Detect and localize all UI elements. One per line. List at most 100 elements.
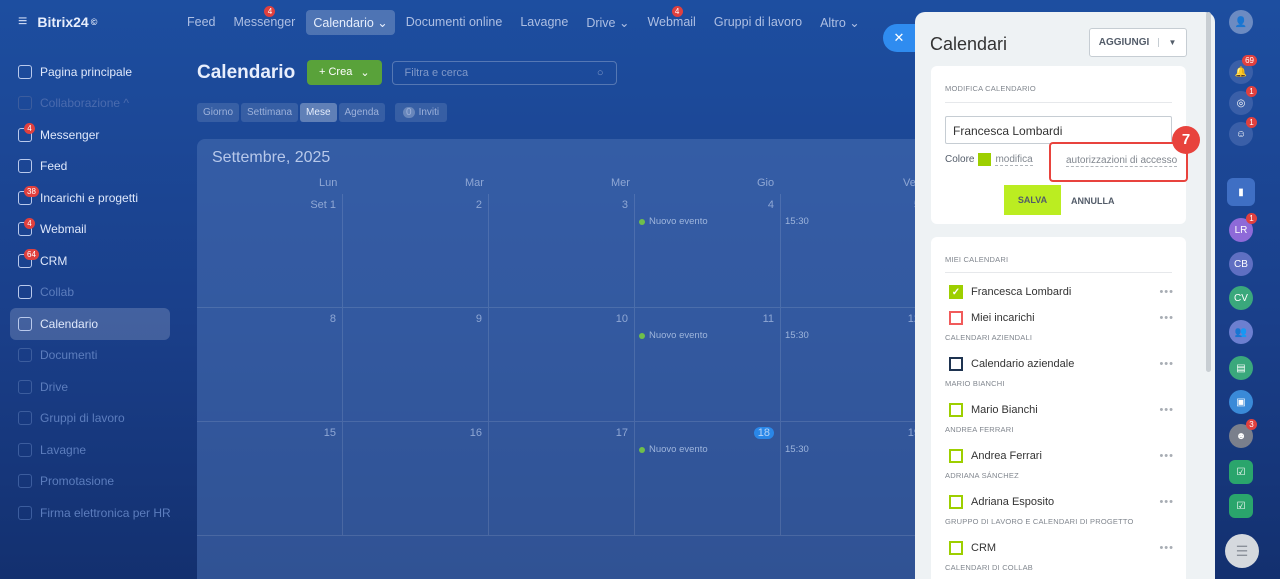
checkbox[interactable]	[949, 357, 963, 371]
search-input[interactable]: Filtra e cerca ○	[391, 60, 617, 85]
event-time[interactable]: 15:30	[785, 216, 809, 227]
avatar-cb[interactable]: CB	[1229, 252, 1253, 276]
view-tab[interactable]: Agenda	[338, 103, 385, 122]
sidebar-item[interactable]: Messenger 4	[0, 119, 180, 151]
calendar-list-item[interactable]: ✓ Francesca Lombardi •••	[949, 285, 1174, 299]
more-icon[interactable]: •••	[1159, 404, 1174, 416]
more-icon[interactable]: •••	[1159, 286, 1174, 298]
checkbox[interactable]	[949, 449, 963, 463]
checklist-icon[interactable]: ☑	[1229, 460, 1253, 484]
topnav-item[interactable]: Lavagne	[513, 10, 575, 34]
day-cell[interactable]: 19 15:30	[781, 422, 927, 536]
more-icon[interactable]: •••	[1159, 358, 1174, 370]
sidebar-item[interactable]: Incarichi e progetti 38	[0, 182, 180, 214]
group-icon[interactable]: 👥	[1229, 320, 1253, 344]
more-icon[interactable]: •••	[1159, 496, 1174, 508]
event-time[interactable]: 15:30	[785, 444, 809, 455]
view-tab[interactable]: Settimana	[241, 103, 299, 122]
sidebar-item[interactable]: Gruppi di lavoro	[0, 403, 180, 435]
sidebar-item[interactable]: CRM 64	[0, 245, 180, 277]
day-cell[interactable]: 15	[197, 422, 343, 536]
avatar-lr[interactable]: LR 1	[1229, 213, 1257, 242]
target-icon[interactable]: ◎ 1	[1229, 86, 1257, 115]
sidebar-item[interactable]: Lavagne	[0, 434, 180, 466]
checkbox[interactable]	[949, 495, 963, 509]
sidebar-item[interactable]: Collaborazione ^	[0, 88, 180, 120]
calendar-list-item[interactable]: CRM •••	[949, 541, 1174, 555]
day-cell[interactable]: 2	[343, 194, 489, 308]
avatar-cv[interactable]: CV	[1229, 286, 1253, 310]
calendar-list-item[interactable]: Calendario aziendale •••	[949, 357, 1174, 371]
topnav-item[interactable]: Gruppi di lavoro	[707, 10, 809, 34]
menu-icon[interactable]: ≡	[18, 13, 27, 31]
event-item[interactable]: Nuovo evento	[639, 216, 708, 227]
checkbox[interactable]	[949, 403, 963, 417]
avatar-photo[interactable]: ☻ 3	[1229, 419, 1257, 448]
topnav-item[interactable]: Calendario ⌄	[306, 9, 395, 35]
save-button[interactable]: SALVA	[1004, 185, 1061, 215]
sidebar-item[interactable]: Pagina principale	[0, 56, 180, 88]
calendar-list-item[interactable]: Mario Bianchi •••	[949, 403, 1174, 417]
topnav-item[interactable]: Feed	[180, 10, 223, 34]
day-cell[interactable]: 11 Nuovo evento	[635, 308, 781, 422]
sidebar-item[interactable]: Webmail 4	[0, 214, 180, 246]
event-time[interactable]: 15:30	[785, 330, 809, 341]
calendar-list-item[interactable]: Miei incarichi •••	[949, 311, 1174, 325]
topnav-item[interactable]: Drive ⌄	[579, 10, 636, 35]
event-item[interactable]: Nuovo evento	[639, 330, 708, 341]
sidebar-item[interactable]: Drive	[0, 371, 180, 403]
chevron-down-icon[interactable]: ⌄	[360, 66, 369, 79]
more-icon[interactable]: •••	[1159, 542, 1174, 554]
bookmark-icon[interactable]: ▮	[1227, 178, 1255, 206]
color-swatch[interactable]	[978, 153, 992, 166]
create-button[interactable]: + Crea ⌄	[307, 60, 382, 85]
checklist-icon-2[interactable]: ☑	[1229, 494, 1253, 518]
view-tab[interactable]: Mese	[300, 103, 337, 122]
checkbox[interactable]	[949, 311, 963, 325]
calendar-list-item[interactable]: Adriana Esposito •••	[949, 495, 1174, 509]
checkbox[interactable]	[949, 541, 963, 555]
day-cell[interactable]: 10	[489, 308, 635, 422]
more-icon[interactable]: •••	[1159, 450, 1174, 462]
day-cell[interactable]: 18 Nuovo evento	[635, 422, 781, 536]
modify-color-link[interactable]: modifica	[995, 154, 1033, 166]
view-tab[interactable]: Giorno	[197, 103, 240, 122]
contact-card-icon[interactable]: ▤	[1229, 356, 1253, 380]
close-panel-button[interactable]: ✕	[883, 24, 915, 52]
more-icon[interactable]: •••	[1159, 312, 1174, 324]
logo[interactable]: ≡ Bitrix24 ©	[18, 13, 97, 31]
day-cell[interactable]: 8	[197, 308, 343, 422]
day-cell[interactable]: 3	[489, 194, 635, 308]
sidebar-item[interactable]: Documenti	[0, 340, 180, 372]
sidebar-item[interactable]: Firma elettronica per HR	[0, 497, 180, 529]
topnav-item[interactable]: Altro ⌄	[813, 10, 867, 35]
sidebar-item[interactable]: Promotasione	[0, 466, 180, 498]
day-cell[interactable]: Set 1	[197, 194, 343, 308]
calendar-name-input[interactable]: Francesca Lombardi	[945, 116, 1172, 144]
add-dropdown-icon[interactable]: ▼	[1158, 38, 1186, 47]
day-cell[interactable]: 515:30	[781, 194, 927, 308]
user-avatar[interactable]: 👤	[1229, 10, 1253, 34]
event-item[interactable]: Nuovo evento	[639, 444, 708, 455]
sidebar-item[interactable]: Feed	[0, 151, 180, 183]
chat-icon[interactable]: ☺ 1	[1229, 117, 1257, 146]
calendar-list-item[interactable]: Andrea Ferrari •••	[949, 449, 1174, 463]
day-cell[interactable]: 4 Nuovo evento	[635, 194, 781, 308]
chat-bubble-icon[interactable]: ▣	[1229, 390, 1253, 414]
topnav-item[interactable]: Messenger 4	[227, 6, 303, 34]
topnav-item[interactable]: Documenti online	[399, 10, 510, 34]
topnav-item[interactable]: Webmail 4	[640, 6, 702, 34]
day-cell[interactable]: 12 15:30	[781, 308, 927, 422]
day-cell[interactable]: 16	[343, 422, 489, 536]
day-cell[interactable]: 17	[489, 422, 635, 536]
search-icon[interactable]: ○	[597, 67, 604, 79]
close-icon[interactable]: ✕	[894, 30, 905, 45]
chat-menu-button[interactable]: ☰	[1225, 534, 1259, 568]
cancel-button[interactable]: ANNULLA	[1071, 196, 1115, 206]
sidebar-item[interactable]: Collab	[0, 277, 180, 309]
add-button[interactable]: AGGIUNGI ▼	[1089, 28, 1187, 57]
day-cell[interactable]: 9	[343, 308, 489, 422]
checkbox[interactable]: ✓	[949, 285, 963, 299]
bell-icon[interactable]: 🔔 69	[1229, 55, 1257, 84]
invites-button[interactable]: 0 Inviti	[395, 103, 448, 122]
